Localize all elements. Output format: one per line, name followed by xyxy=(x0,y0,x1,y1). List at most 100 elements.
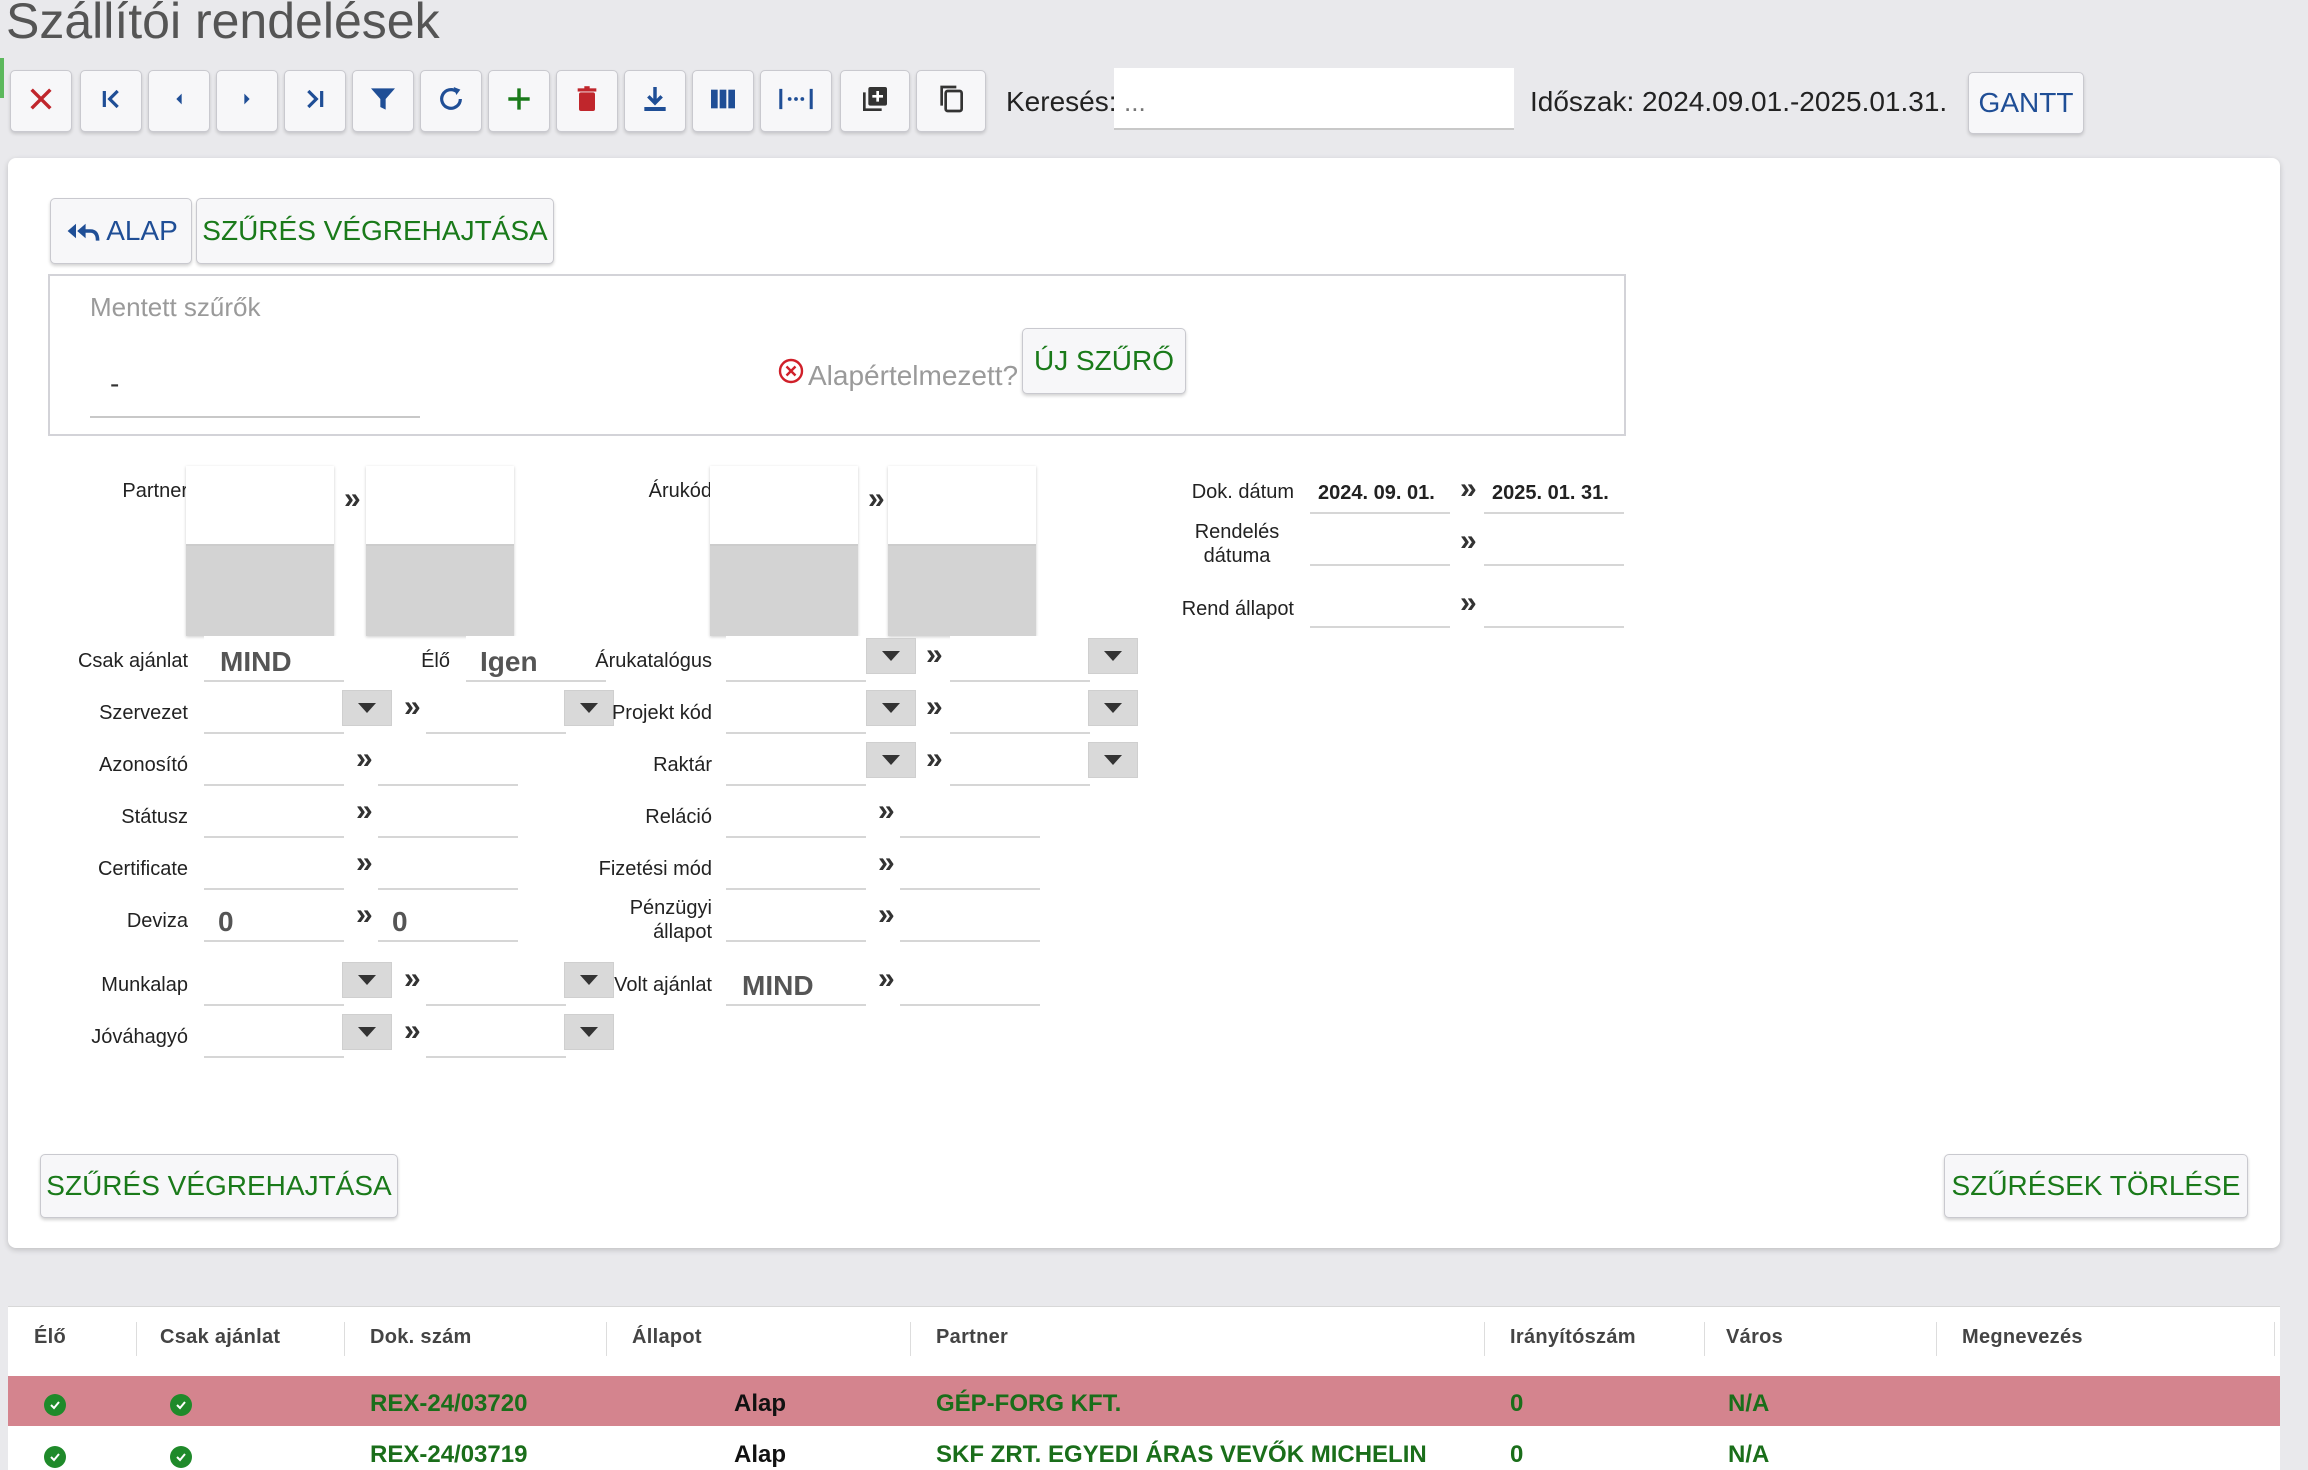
jovahagyo-label: Jóváhagyó xyxy=(91,1026,188,1048)
dropdown-button[interactable] xyxy=(1088,690,1138,726)
volt-ajanlat-to-field[interactable] xyxy=(900,960,1040,1006)
period-label: Időszak: 2024.09.01.-2025.01.31. xyxy=(1530,86,1948,117)
search-input[interactable] xyxy=(1114,68,1514,130)
dropdown-button[interactable] xyxy=(1088,742,1138,778)
range-arrow: » xyxy=(878,846,895,879)
rend-allapot-label: Rend állapot xyxy=(1181,598,1294,620)
prev-button[interactable] xyxy=(148,70,210,132)
munkalap-to-field[interactable] xyxy=(426,960,566,1006)
munkalap-from-field[interactable] xyxy=(204,960,344,1006)
arukod-from-list[interactable] xyxy=(710,466,858,636)
gantt-button[interactable]: GANTT xyxy=(1968,72,2084,134)
arukod-to-list[interactable] xyxy=(888,466,1036,636)
add-button[interactable] xyxy=(488,70,550,132)
add-copy-button[interactable] xyxy=(840,70,910,132)
fizetesi-mod-from-field[interactable] xyxy=(726,844,866,890)
cell-iranyitoszam: 0 xyxy=(1510,1390,1524,1417)
dropdown-button[interactable] xyxy=(342,1014,392,1050)
projekt-kod-from-field[interactable] xyxy=(726,688,866,734)
jovahagyo-from-field[interactable] xyxy=(204,1012,344,1058)
saved-filters-select[interactable]: - xyxy=(90,346,420,418)
new-filter-button[interactable]: ÚJ SZŰRŐ xyxy=(1022,328,1186,394)
close-button[interactable] xyxy=(10,70,72,132)
szervezet-to-field[interactable] xyxy=(426,688,566,734)
szervezet-from-field[interactable] xyxy=(204,688,344,734)
arukod-label: Árukód xyxy=(648,480,712,502)
statusz-to-field[interactable] xyxy=(378,792,518,838)
certificate-from-field[interactable] xyxy=(204,844,344,890)
dropdown-button[interactable] xyxy=(866,638,916,674)
partner-to-list[interactable] xyxy=(366,466,514,636)
col-header-allapot[interactable]: Állapot xyxy=(632,1326,702,1349)
dropdown-button[interactable] xyxy=(342,690,392,726)
jovahagyo-to-field[interactable] xyxy=(426,1012,566,1058)
partner-from-list[interactable] xyxy=(186,466,334,636)
copy-button[interactable] xyxy=(916,70,986,132)
default-checkbox-label: Alapértelmezett? xyxy=(808,360,1019,391)
raktar-to-field[interactable] xyxy=(950,740,1090,786)
col-header-dok-szam[interactable]: Dok. szám xyxy=(370,1326,472,1349)
cell-iranyitoszam: 0 xyxy=(1510,1441,1524,1468)
range-arrow: » xyxy=(868,482,885,515)
rend-allapot-from-field[interactable] xyxy=(1310,582,1450,628)
azonosito-to-field[interactable] xyxy=(378,740,518,786)
penzugyi-allapot-label: Pénzügyi állapot xyxy=(629,897,712,943)
penzugyi-allapot-from-field[interactable] xyxy=(726,896,866,942)
penzugyi-allapot-to-field[interactable] xyxy=(900,896,1040,942)
range-arrow: » xyxy=(344,482,361,515)
spacing-button[interactable] xyxy=(760,70,832,132)
delete-icon xyxy=(571,83,603,120)
certificate-to-field[interactable] xyxy=(378,844,518,890)
dok-datum-label: Dok. dátum xyxy=(1191,481,1294,503)
run-filter-button-top[interactable]: SZŰRÉS VÉGREHAJTÁSA xyxy=(196,198,554,264)
csak-ajanlat-label: Csak ajánlat xyxy=(77,650,188,672)
download-button[interactable] xyxy=(624,70,686,132)
col-header-varos[interactable]: Város xyxy=(1726,1326,1783,1349)
download-icon xyxy=(639,83,671,120)
rendeles-datuma-to-field[interactable] xyxy=(1484,520,1624,566)
fizetesi-mod-to-field[interactable] xyxy=(900,844,1040,890)
clear-filters-button[interactable]: SZŰRÉSEK TÖRLÉSE xyxy=(1944,1154,2248,1218)
dropdown-button[interactable] xyxy=(866,690,916,726)
run-filter-button-bottom[interactable]: SZŰRÉS VÉGREHAJTÁSA xyxy=(40,1154,398,1218)
dropdown-button[interactable] xyxy=(564,1014,614,1050)
dropdown-button[interactable] xyxy=(866,742,916,778)
check-icon xyxy=(44,1446,66,1468)
col-header-partner[interactable]: Partner xyxy=(936,1326,1008,1349)
first-page-button[interactable] xyxy=(80,70,142,132)
columns-button[interactable] xyxy=(692,70,754,132)
projekt-kod-to-field[interactable] xyxy=(950,688,1090,734)
rendeles-datuma-from-field[interactable] xyxy=(1310,520,1450,566)
statusz-from-field[interactable] xyxy=(204,792,344,838)
filter-button[interactable] xyxy=(352,70,414,132)
status-marker xyxy=(0,58,4,98)
relacio-to-field[interactable] xyxy=(900,792,1040,838)
range-arrow: » xyxy=(356,794,373,827)
caret-down-icon xyxy=(1104,651,1122,661)
x-circle-icon[interactable] xyxy=(778,358,804,384)
last-page-button[interactable] xyxy=(284,70,346,132)
dropdown-button[interactable] xyxy=(1088,638,1138,674)
back-to-basic-button[interactable]: ALAP xyxy=(50,198,192,264)
relacio-from-field[interactable] xyxy=(726,792,866,838)
dropdown-button[interactable] xyxy=(342,962,392,998)
col-header-iranyitoszam[interactable]: Irányítószám xyxy=(1510,1326,1636,1349)
range-arrow: » xyxy=(878,962,895,995)
col-header-megnevezes[interactable]: Megnevezés xyxy=(1962,1326,2083,1349)
delete-button[interactable] xyxy=(556,70,618,132)
next-button[interactable] xyxy=(216,70,278,132)
rend-allapot-to-field[interactable] xyxy=(1484,582,1624,628)
col-header-csak-ajanlat[interactable]: Csak ajánlat xyxy=(160,1326,280,1349)
range-arrow: » xyxy=(1460,524,1477,557)
cell-dok-szam: REX-24/03720 xyxy=(370,1390,528,1417)
table-row[interactable] xyxy=(8,1376,2280,1426)
arukatalogus-to-field[interactable] xyxy=(950,636,1090,682)
partner-label: Partner xyxy=(122,480,188,502)
refresh-button[interactable] xyxy=(420,70,482,132)
azonosito-from-field[interactable] xyxy=(204,740,344,786)
col-header-elo[interactable]: Élő xyxy=(34,1326,66,1349)
arukatalogus-from-field[interactable] xyxy=(726,636,866,682)
raktar-from-field[interactable] xyxy=(726,740,866,786)
fizetesi-mod-label: Fizetési mód xyxy=(598,858,712,880)
column-divider xyxy=(1936,1322,1937,1356)
